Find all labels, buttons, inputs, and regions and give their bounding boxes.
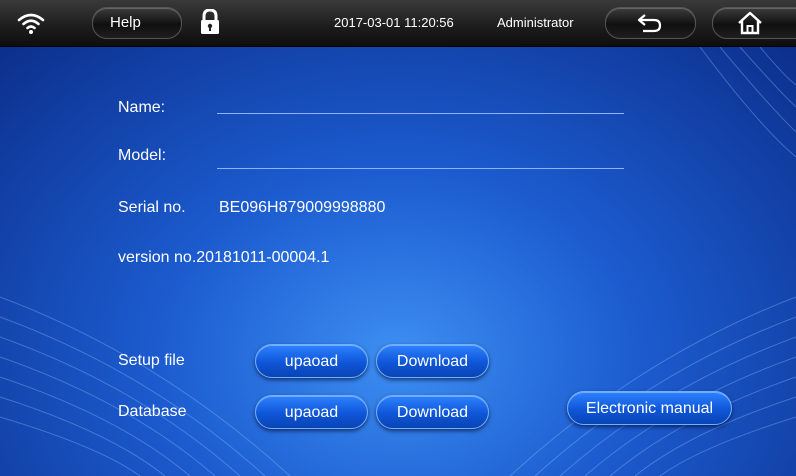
database-upload-button[interactable]: upaoad: [255, 395, 368, 429]
main-panel: Name: Model: Serial no. BE096H8790099988…: [0, 47, 796, 476]
version-text: version no.20181011-00004.1: [118, 249, 330, 266]
lock-icon[interactable]: [199, 9, 221, 35]
wifi-icon: [17, 13, 45, 34]
help-label: Help: [110, 14, 141, 31]
name-field[interactable]: [217, 113, 624, 114]
setup-download-button[interactable]: Download: [376, 344, 489, 378]
model-field[interactable]: [217, 168, 624, 169]
name-label: Name:: [118, 99, 166, 116]
setup-file-label: Setup file: [118, 352, 185, 369]
database-download-button[interactable]: Download: [376, 395, 489, 429]
setup-upload-button[interactable]: upaoad: [255, 344, 368, 378]
back-arrow-icon: [637, 14, 662, 33]
home-button[interactable]: [712, 7, 796, 39]
date-time: 2017-03-01 11:20:56: [334, 15, 454, 30]
electronic-manual-button[interactable]: Electronic manual: [567, 391, 732, 425]
top-bar: Help 2017-03-01 11:20:56 Administrator: [0, 0, 796, 47]
model-label: Model:: [118, 147, 167, 164]
database-label: Database: [118, 403, 187, 420]
serial-label: Serial no.: [118, 199, 186, 216]
home-icon: [738, 11, 762, 35]
help-button[interactable]: Help: [92, 7, 182, 39]
user-name: Administrator: [497, 15, 574, 30]
back-button[interactable]: [605, 7, 696, 39]
serial-value: BE096H879009998880: [219, 199, 386, 216]
